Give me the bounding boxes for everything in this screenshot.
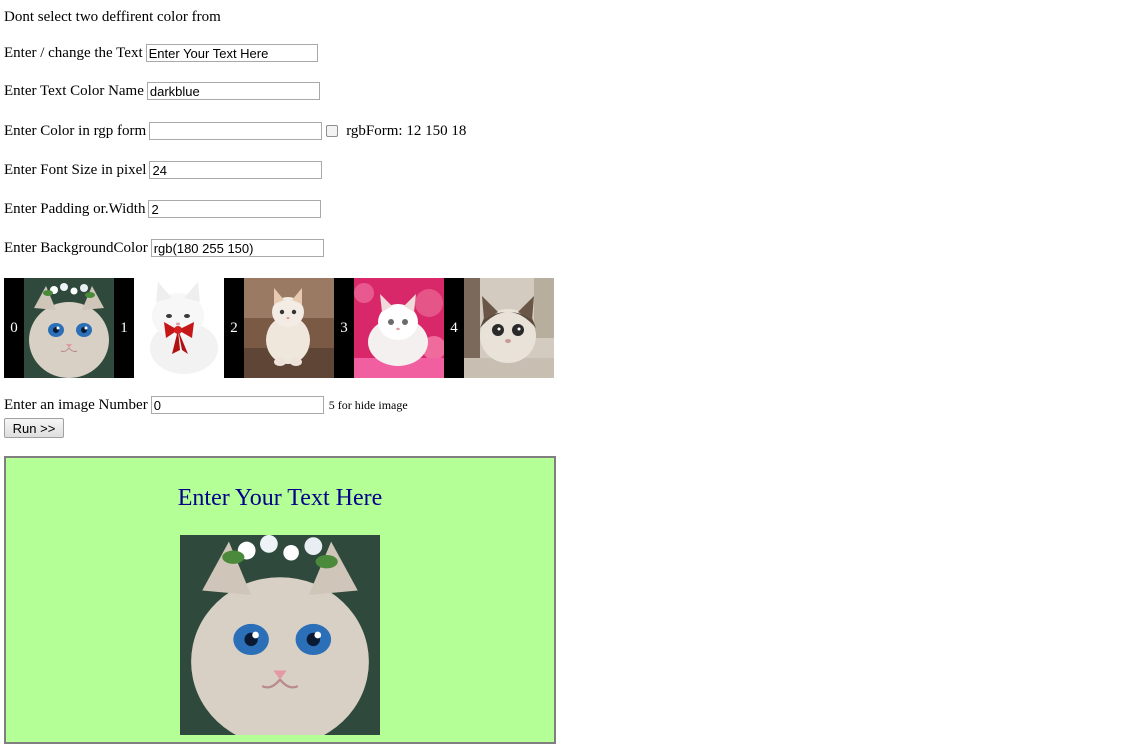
image-number-row: Enter an image Number 5 for hide image [4,396,408,414]
cat-image-3-graphic [354,278,444,378]
preview-text: Enter Your Text Here [177,485,383,511]
image-number-4: 4 [444,278,464,378]
image-number-hint: 5 for hide image [328,397,408,412]
bg-color-label: Enter BackgroundColor [4,239,148,256]
cat-image-0[interactable] [24,278,114,378]
text-field-label: Enter / change the Text [4,44,143,61]
bg-color-input[interactable] [150,239,324,257]
cat-image-4-graphic [464,278,554,378]
image-number-3: 3 [334,278,354,378]
rgb-color-input[interactable] [149,122,323,140]
cat-image-0-graphic [24,278,114,378]
padding-label: Enter Padding or.Width [4,200,146,217]
image-number-0: 0 [4,278,24,378]
cat-image-3[interactable] [354,278,444,378]
color-name-label: Enter Text Color Name [4,82,144,99]
rgb-color-label: Enter Color in rgp form [4,122,147,139]
font-size-input[interactable] [149,161,323,179]
bg-color-row: Enter BackgroundColor [4,239,324,257]
font-size-row: Enter Font Size in pixel [4,161,323,179]
color-name-row: Enter Text Color Name [4,82,320,100]
cat-image-4[interactable] [464,278,554,378]
padding-input[interactable] [148,200,322,218]
image-number-1: 1 [114,278,134,378]
rgb-form-checkbox-label: rgbForm: 12 150 18 [346,122,467,139]
image-number-2: 2 [224,278,244,378]
text-input[interactable] [145,44,318,62]
run-button[interactable]: Run >> [4,418,64,438]
warning-label: Dont select two deffirent color from [4,9,221,25]
cat-image-1[interactable] [134,278,224,378]
warning-text: Dont select two deffirent color from [4,9,221,26]
padding-row: Enter Padding or.Width [4,200,322,218]
preview-cat-image [180,535,380,735]
text-field-row: Enter / change the Text [4,44,318,62]
cat-image-2-graphic [244,278,334,378]
preview-box: Enter Your Text Here [4,456,556,744]
color-name-input[interactable] [146,82,320,100]
rgb-form-checkbox[interactable] [326,125,339,137]
cat-image-1-graphic [134,278,224,378]
image-strip: 0 1 2 3 4 [4,278,554,378]
image-number-label: Enter an image Number [4,396,148,413]
preview-cat-image-graphic [180,535,380,735]
rgb-color-row: Enter Color in rgp form rgbForm: 12 150 … [4,122,466,140]
cat-image-2[interactable] [244,278,334,378]
image-number-input[interactable] [150,396,324,414]
font-size-label: Enter Font Size in pixel [4,161,147,178]
